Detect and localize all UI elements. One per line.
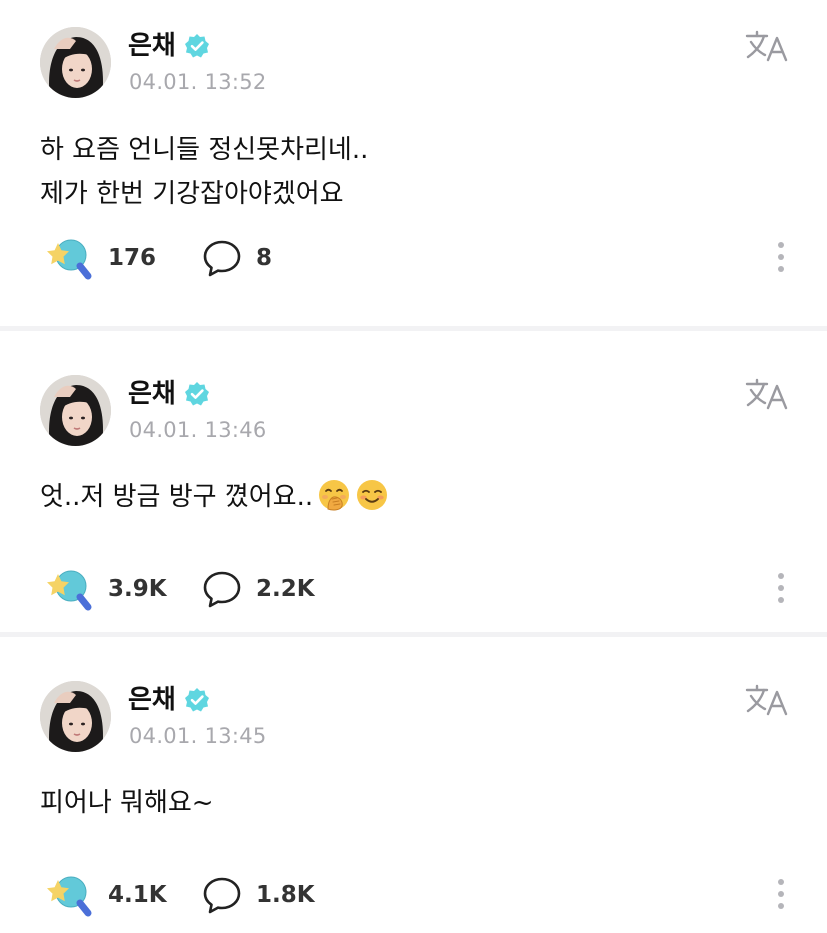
like-button[interactable]: 176 [42, 235, 202, 281]
verified-badge-icon [184, 34, 209, 58]
more-vertical-icon [778, 573, 784, 579]
comment-bubble-icon [203, 571, 241, 608]
post: 은채 04.01. 13:46 엇..저 방금 방구 꼈어요.. 3.9K 2.… [0, 326, 827, 632]
more-vertical-icon [778, 879, 784, 885]
translate-icon[interactable] [745, 684, 789, 716]
more-vertical-icon [778, 242, 784, 248]
avatar[interactable] [40, 681, 111, 752]
post: 은채 04.01. 13:52 하 요즘 언니들 정신못차리네.. 제가 한번 … [0, 0, 827, 326]
post-text-content: 엇..저 방금 방구 꼈어요.. [40, 482, 314, 512]
translate-icon[interactable] [745, 30, 789, 62]
smiling-face-emoji-icon [357, 480, 388, 510]
avatar[interactable] [40, 27, 111, 98]
post-timestamp: 04.01. 13:46 [129, 418, 267, 442]
face-with-hand-over-mouth-emoji-icon [319, 480, 350, 511]
author-row: 은채 [128, 684, 210, 716]
verified-badge-icon [184, 382, 209, 406]
star-like-icon [47, 570, 92, 611]
verified-badge-icon [184, 688, 209, 712]
comment-count: 2.2K [256, 576, 315, 602]
translate-icon[interactable] [745, 378, 789, 410]
author-name[interactable]: 은채 [128, 684, 176, 716]
more-options-button[interactable] [775, 879, 787, 915]
like-count: 176 [108, 245, 157, 271]
post-feed: 은채 04.01. 13:52 하 요즘 언니들 정신못차리네.. 제가 한번 … [0, 0, 827, 933]
post-actions: 4.1K 1.8K [42, 871, 315, 919]
like-count: 4.1K [108, 882, 167, 908]
star-like-icon [47, 239, 92, 280]
like-button[interactable]: 3.9K [42, 566, 202, 612]
like-count: 3.9K [108, 576, 167, 602]
post-actions: 3.9K 2.2K [42, 565, 315, 613]
comment-count: 8 [256, 245, 273, 271]
comment-button[interactable]: 8 [202, 239, 272, 277]
post: 은채 04.01. 13:45 피어나 뭐해요~ 4.1K 1.8K [0, 632, 827, 933]
post-timestamp: 04.01. 13:45 [129, 724, 267, 748]
star-like-icon [47, 876, 92, 917]
author-name[interactable]: 은채 [128, 30, 176, 62]
comment-bubble-icon [203, 240, 241, 277]
like-button[interactable]: 4.1K [42, 872, 202, 918]
comment-button[interactable]: 2.2K [202, 570, 315, 608]
author-row: 은채 [128, 378, 210, 410]
comment-bubble-icon [203, 877, 241, 914]
comment-button[interactable]: 1.8K [202, 876, 315, 914]
avatar[interactable] [40, 375, 111, 446]
author-name[interactable]: 은채 [128, 378, 176, 410]
post-actions: 176 8 [42, 234, 272, 282]
post-text: 피어나 뭐해요~ [40, 788, 214, 818]
post-timestamp: 04.01. 13:52 [129, 70, 267, 94]
more-options-button[interactable] [775, 242, 787, 278]
post-text: 엇..저 방금 방구 꼈어요.. [40, 475, 389, 519]
more-options-button[interactable] [775, 573, 787, 609]
comment-count: 1.8K [256, 882, 315, 908]
post-text: 하 요즘 언니들 정신못차리네.. 제가 한번 기강잡아야겠어요 [40, 135, 369, 209]
author-row: 은채 [128, 30, 210, 62]
